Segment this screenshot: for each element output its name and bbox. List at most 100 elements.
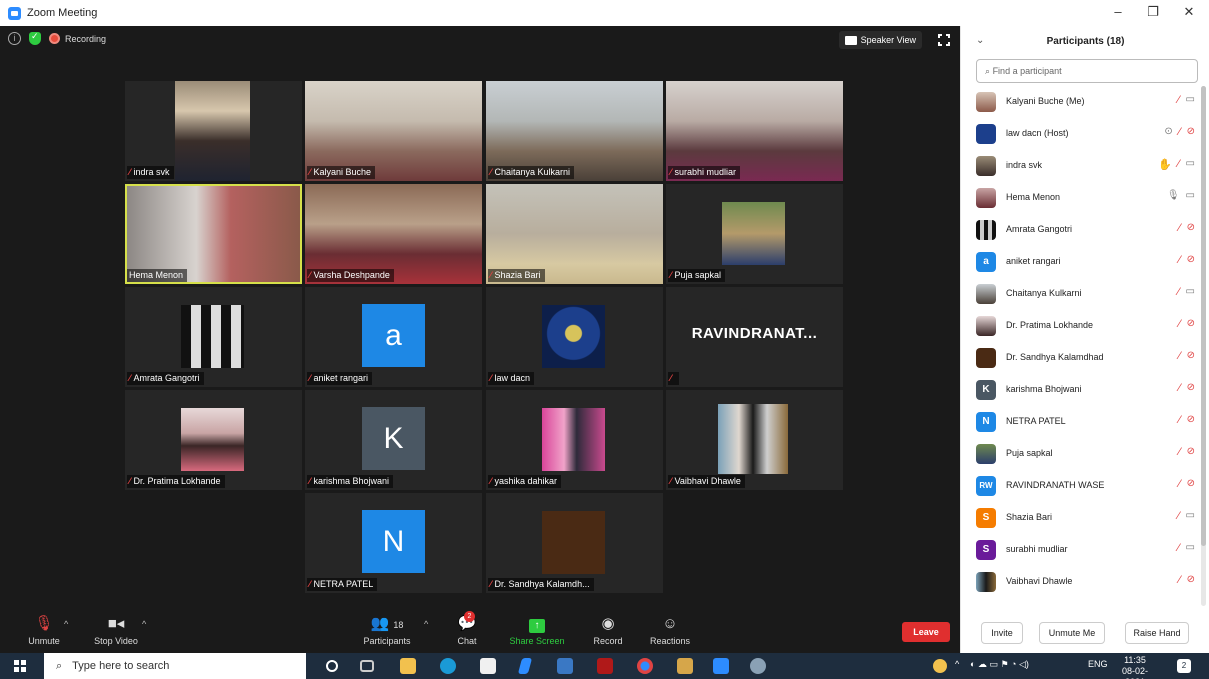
language-indicator[interactable]: ENG [1088,659,1108,669]
tray-system-icons[interactable]: ◐ ☁ ▭ ⚑ ◔ ◁) [970,659,1029,670]
cortana-icon[interactable] [326,660,338,672]
muted-mic-icon: ⁄ [1178,478,1181,490]
muted-mic-icon: ⁄ [309,167,311,177]
leave-button[interactable]: Leave [902,622,950,642]
fullscreen-icon[interactable] [938,34,950,46]
video-off-icon: ⊘ [1186,318,1195,329]
taskbar-clock[interactable]: 11:35 08-02-2021 [1113,655,1157,679]
tile-name-label: ⁄ surabhi mudliar [668,166,741,179]
security-shield-icon[interactable] [29,31,41,45]
store-icon[interactable] [480,658,496,674]
record-button[interactable]: ◉ Record [588,614,628,646]
taskbar-search-input[interactable]: ⌕ Type here to search [44,653,306,679]
video-tile-active-speaker[interactable]: Hema Menon [125,184,302,284]
unmute-me-button[interactable]: Unmute Me [1039,622,1105,644]
muted-mic-icon: ⁄ [670,167,672,177]
participant-search-input[interactable]: ⌕ Find a participant [976,59,1198,83]
video-on-icon: ▭ [1185,510,1195,521]
edge-browser-icon[interactable] [440,658,456,674]
unmute-button[interactable]: 🎙 Unmute [22,614,66,646]
avatar: K [976,380,996,400]
participant-row[interactable]: Chaitanya Kulkarni ⁄ ▭ [961,278,1201,310]
speaker-view-button[interactable]: Speaker View [838,31,922,49]
video-tile[interactable]: ⁄ yashika dahikar [486,390,663,490]
search-icon: ⌕ [56,659,63,672]
video-tile[interactable]: ⁄ Varsha Deshpande [305,184,482,284]
muted-mic-icon: ⁄ [129,167,131,177]
avatar [976,316,996,336]
mail-icon[interactable] [557,658,573,674]
participants-button[interactable]: 👥 18 Participants [358,614,416,646]
tile-name-label: Hema Menon [127,269,188,282]
maximize-button[interactable]: ❐ [1143,4,1163,20]
video-options-caret-icon[interactable]: ^ [142,619,146,629]
video-tile[interactable]: ⁄ Amrata Gangotri [125,287,302,387]
tile-name-label: ⁄ NETRA PATEL [307,578,378,591]
participant-row[interactable]: Amrata Gangotri ⁄ ⊘ [961,214,1201,246]
help-icon[interactable] [933,659,947,673]
notifications-icon[interactable]: 2 [1177,659,1191,673]
acrobat-icon[interactable] [597,658,613,674]
participant-row[interactable]: a aniket rangari ⁄ ⊘ [961,246,1201,278]
participant-row[interactable]: law dacn (Host) ⊙ ⁄ ⊘ [961,118,1201,150]
avatar [976,156,996,176]
participants-icon: 👥 [370,615,390,632]
meeting-status-strip: i Recording [8,31,106,45]
zoom-taskbar-icon[interactable] [713,658,729,674]
video-tile[interactable]: ⁄ indra svk [125,81,302,181]
participants-options-caret-icon[interactable]: ^ [424,619,428,629]
participant-video [127,186,300,282]
avatar: a [362,304,425,367]
stop-video-button[interactable]: ■◂ Stop Video [90,614,142,646]
file-explorer-icon[interactable] [400,658,416,674]
participant-row[interactable]: S Shazia Bari ⁄ ▭ [961,502,1201,534]
participant-row[interactable]: Dr. Pratima Lokhande ⁄ ⊘ [961,310,1201,342]
task-view-icon[interactable] [360,660,374,672]
app-user-icon[interactable] [677,658,693,674]
participant-row[interactable]: Dr. Sandhya Kalamdhad ⁄ ⊘ [961,342,1201,374]
video-tile[interactable]: ⁄ Dr. Sandhya Kalamdh... [486,493,663,593]
video-tile[interactable]: ⁄ Chaitanya Kulkarni [486,81,663,181]
video-tile[interactable]: ⁄ Shazia Bari [486,184,663,284]
minimize-button[interactable]: – [1108,4,1128,19]
video-tile[interactable]: ⁄ Dr. Pratima Lokhande [125,390,302,490]
video-tile[interactable]: K ⁄ karishma Bhojwani [305,390,482,490]
video-tile[interactable]: a ⁄ aniket rangari [305,287,482,387]
raise-hand-button[interactable]: Raise Hand [1125,622,1189,644]
participant-row[interactable]: N NETRA PATEL ⁄ ⊘ [961,406,1201,438]
video-tile[interactable]: ⁄ Vaibhavi Dhawle [666,390,843,490]
video-tile[interactable]: ⁄ surabhi mudliar [666,81,843,181]
participant-row[interactable]: RW RAVINDRANATH WASE ⁄ ⊘ [961,470,1201,502]
participant-row[interactable]: indra svk ✋ ⁄ ▭ [961,150,1201,182]
zoom-app-icon [8,6,21,20]
clock-date: 08-02-2021 [1121,666,1148,679]
video-tile[interactable]: ⁄ law dacn [486,287,663,387]
tray-overflow-chevron-icon[interactable]: ^ [955,659,959,669]
invite-button[interactable]: Invite [981,622,1023,644]
chrome-icon[interactable] [637,658,653,674]
participant-row[interactable]: Vaibhavi Dhawle ⁄ ⊘ [961,566,1201,598]
participant-row[interactable]: K karishma Bhojwani ⁄ ⊘ [961,374,1201,406]
window-title: Zoom Meeting [27,7,98,19]
chat-button[interactable]: 💬 2 Chat [452,611,482,646]
audio-options-caret-icon[interactable]: ^ [64,619,68,629]
windows-start-icon[interactable] [14,660,26,672]
close-button[interactable]: ✕ [1179,4,1199,20]
share-screen-button[interactable]: ↑ Share Screen [506,614,568,646]
video-off-icon: ⊘ [1186,350,1195,361]
tile-name-label: ⁄ Puja sapkal [668,269,726,282]
video-tile[interactable]: N ⁄ NETRA PATEL [305,493,482,593]
participant-row[interactable]: Kalyani Buche (Me) ⁄ ▭ [961,86,1201,118]
reactions-button[interactable]: ☺ Reactions [646,614,694,646]
info-icon[interactable]: i [8,32,21,45]
video-tile[interactable]: ⁄ Kalyani Buche [305,81,482,181]
participant-row[interactable]: Hema Menon 🎙 ▭ [961,182,1201,214]
participant-row[interactable]: S surabhi mudliar ⁄ ▭ [961,534,1201,566]
participant-list-scrollbar[interactable] [1201,86,1206,606]
video-tile[interactable]: RAVINDRANAT... ⁄ [666,287,843,387]
video-tile[interactable]: ⁄ Puja sapkal [666,184,843,284]
profile-picture [542,408,605,471]
app-bolt-icon[interactable] [517,658,533,674]
paint-icon[interactable] [750,658,766,674]
participant-row[interactable]: Puja sapkal ⁄ ⊘ [961,438,1201,470]
